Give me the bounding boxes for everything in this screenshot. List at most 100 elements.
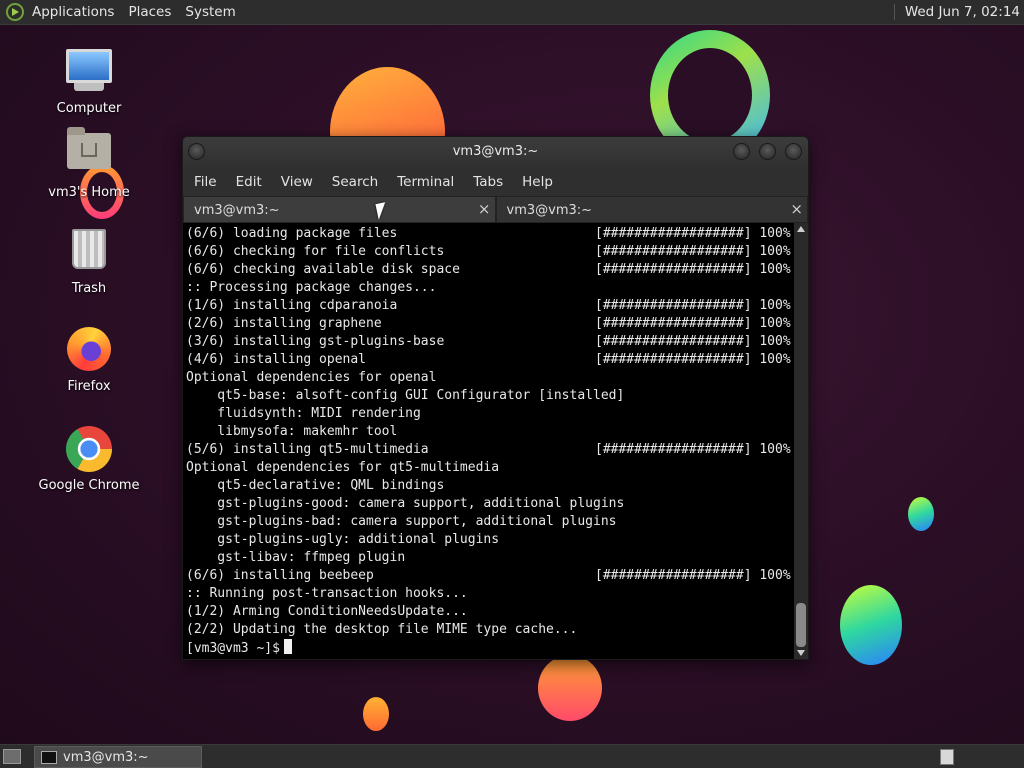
terminal-line-text: (6/6) checking available disk space: [186, 262, 460, 277]
scroll-up-arrow-icon[interactable]: [797, 226, 805, 232]
top-panel: Applications Places System Wed Jun 7, 02…: [0, 0, 1024, 25]
terminal-output[interactable]: (6/6) loading package files [############…: [183, 223, 808, 659]
menu-applications[interactable]: Applications: [32, 4, 114, 20]
terminal-line-text: qt5-declarative: QML bindings: [186, 478, 445, 493]
menu-file[interactable]: File: [194, 174, 217, 190]
terminal-menubar: File Edit View Search Terminal Tabs Help: [183, 168, 808, 196]
terminal-line: (6/6) loading package files [############…: [186, 225, 794, 243]
taskbar-item-terminal[interactable]: vm3@vm3:~: [34, 746, 202, 768]
desktop-icon-label: Trash: [71, 281, 107, 296]
progress-indicator: [##################] 100%: [595, 298, 791, 313]
wallpaper-shape: [538, 655, 602, 721]
show-desktop-icon[interactable]: [3, 749, 21, 764]
menu-help[interactable]: Help: [522, 174, 553, 190]
menu-edit[interactable]: Edit: [236, 174, 262, 190]
terminal-line: (2/2) Updating the desktop file MIME typ…: [186, 621, 794, 639]
tab-close-icon[interactable]: ×: [478, 200, 491, 218]
terminal-window[interactable]: vm3@vm3:~ File Edit View Search Terminal…: [182, 136, 809, 660]
terminal-line: (6/6) checking for file conflicts [######…: [186, 243, 794, 261]
desktop-icon-label: Firefox: [67, 379, 111, 394]
terminal-line-text: gst-plugins-good: camera support, additi…: [186, 496, 625, 511]
terminal-line: (6/6) checking available disk space [####…: [186, 261, 794, 279]
terminal-tab-1[interactable]: vm3@vm3:~ ×: [183, 196, 496, 223]
terminal-line: fluidsynth: MIDI rendering: [186, 405, 794, 423]
menu-system[interactable]: System: [185, 4, 235, 20]
desktop-icon-trash[interactable]: Trash: [34, 225, 144, 296]
desktop-icon-firefox[interactable]: Firefox: [34, 325, 144, 394]
desktop-icon-chrome[interactable]: Google Chrome: [34, 425, 144, 493]
terminal-line-text: :: Running post-transaction hooks...: [186, 586, 468, 601]
text-cursor: [283, 639, 292, 654]
terminal-line-text: (5/6) installing qt5-multimedia: [186, 442, 429, 457]
trash-icon: [65, 229, 113, 277]
chrome-icon: [65, 426, 113, 474]
desktop-icon-label: Computer: [56, 101, 122, 116]
terminal-line-text: gst-plugins-ugly: additional plugins: [186, 532, 500, 547]
terminal-tab-2[interactable]: vm3@vm3:~ ×: [495, 196, 808, 223]
terminal-line-text: :: Processing package changes...: [186, 280, 437, 295]
terminal-line-text: (6/6) loading package files: [186, 226, 398, 241]
terminal-prompt-line[interactable]: [vm3@vm3 ~]$: [186, 639, 794, 657]
menu-terminal[interactable]: Terminal: [397, 174, 454, 190]
progress-indicator: [##################] 100%: [595, 442, 791, 457]
terminal-line-text: (1/2) Arming ConditionNeedsUpdate...: [186, 604, 468, 619]
taskbar-item-label: vm3@vm3:~: [63, 750, 149, 765]
terminal-line: (6/6) installing beebeep [###############…: [186, 567, 794, 585]
tab-close-icon[interactable]: ×: [790, 200, 803, 218]
terminal-scrollbar[interactable]: [794, 223, 808, 659]
window-titlebar[interactable]: vm3@vm3:~: [183, 137, 808, 168]
menu-view[interactable]: View: [281, 174, 313, 190]
terminal-line: Optional dependencies for openal: [186, 369, 794, 387]
tab-label: vm3@vm3:~: [194, 203, 280, 218]
scroll-thumb[interactable]: [796, 603, 806, 647]
terminal-line-text: Optional dependencies for openal: [186, 370, 437, 385]
terminal-line: (2/6) installing graphene [##############…: [186, 315, 794, 333]
distro-logo-icon[interactable]: [6, 3, 24, 21]
terminal-line-text: (6/6) installing beebeep: [186, 568, 374, 583]
maximize-button[interactable]: [759, 143, 776, 160]
progress-indicator: [##################] 100%: [595, 316, 791, 331]
progress-indicator: [##################] 100%: [595, 352, 791, 367]
wallpaper-shape: [840, 585, 902, 665]
workspace-switcher[interactable]: [940, 749, 954, 765]
terminal-line: qt5-declarative: QML bindings: [186, 477, 794, 495]
window-title: vm3@vm3:~: [452, 144, 539, 159]
desktop-icon-label: vm3's Home: [48, 185, 130, 200]
panel-clock[interactable]: Wed Jun 7, 02:14: [893, 4, 1020, 20]
firefox-icon: [65, 327, 113, 375]
terminal-line: (3/6) installing gst-plugins-base [######…: [186, 333, 794, 351]
menu-tabs[interactable]: Tabs: [473, 174, 503, 190]
menu-places[interactable]: Places: [128, 4, 171, 20]
close-button[interactable]: [785, 143, 802, 160]
terminal-line: gst-plugins-ugly: additional plugins: [186, 531, 794, 549]
minimize-button[interactable]: [733, 143, 750, 160]
terminal-line: Optional dependencies for qt5-multimedia: [186, 459, 794, 477]
terminal-line: gst-plugins-good: camera support, additi…: [186, 495, 794, 513]
home-folder-icon: [65, 127, 113, 181]
scroll-down-arrow-icon[interactable]: [797, 650, 805, 656]
wallpaper-shape: [363, 697, 389, 731]
progress-indicator: [##################] 100%: [595, 244, 791, 259]
wallpaper-shape: [908, 497, 934, 531]
menu-search[interactable]: Search: [332, 174, 378, 190]
computer-icon: [65, 49, 113, 97]
terminal-lines: (6/6) loading package files [############…: [186, 225, 794, 657]
terminal-line-text: fluidsynth: MIDI rendering: [186, 406, 421, 421]
terminal-line-text: (6/6) checking for file conflicts: [186, 244, 445, 259]
desktop-icon-home[interactable]: vm3's Home: [34, 125, 144, 200]
terminal-tab-bar: vm3@vm3:~ × vm3@vm3:~ ×: [183, 196, 808, 223]
terminal-line: gst-plugins-bad: camera support, additio…: [186, 513, 794, 531]
terminal-line: (1/6) installing cdparanoia [############…: [186, 297, 794, 315]
desktop-icon-computer[interactable]: Computer: [34, 45, 144, 116]
terminal-line: :: Running post-transaction hooks...: [186, 585, 794, 603]
terminal-line-text: Optional dependencies for qt5-multimedia: [186, 460, 500, 475]
terminal-line: libmysofa: makemhr tool: [186, 423, 794, 441]
desktop-icon-label: Google Chrome: [38, 478, 140, 493]
terminal-line-text: (3/6) installing gst-plugins-base: [186, 334, 445, 349]
terminal-line-text: (4/6) installing openal: [186, 352, 367, 367]
terminal-line-text: qt5-base: alsoft-config GUI Configurator…: [186, 388, 625, 403]
bottom-panel: vm3@vm3:~: [0, 744, 1024, 768]
progress-indicator: [##################] 100%: [595, 334, 791, 349]
tab-label: vm3@vm3:~: [506, 203, 593, 218]
terminal-icon: [41, 751, 57, 764]
